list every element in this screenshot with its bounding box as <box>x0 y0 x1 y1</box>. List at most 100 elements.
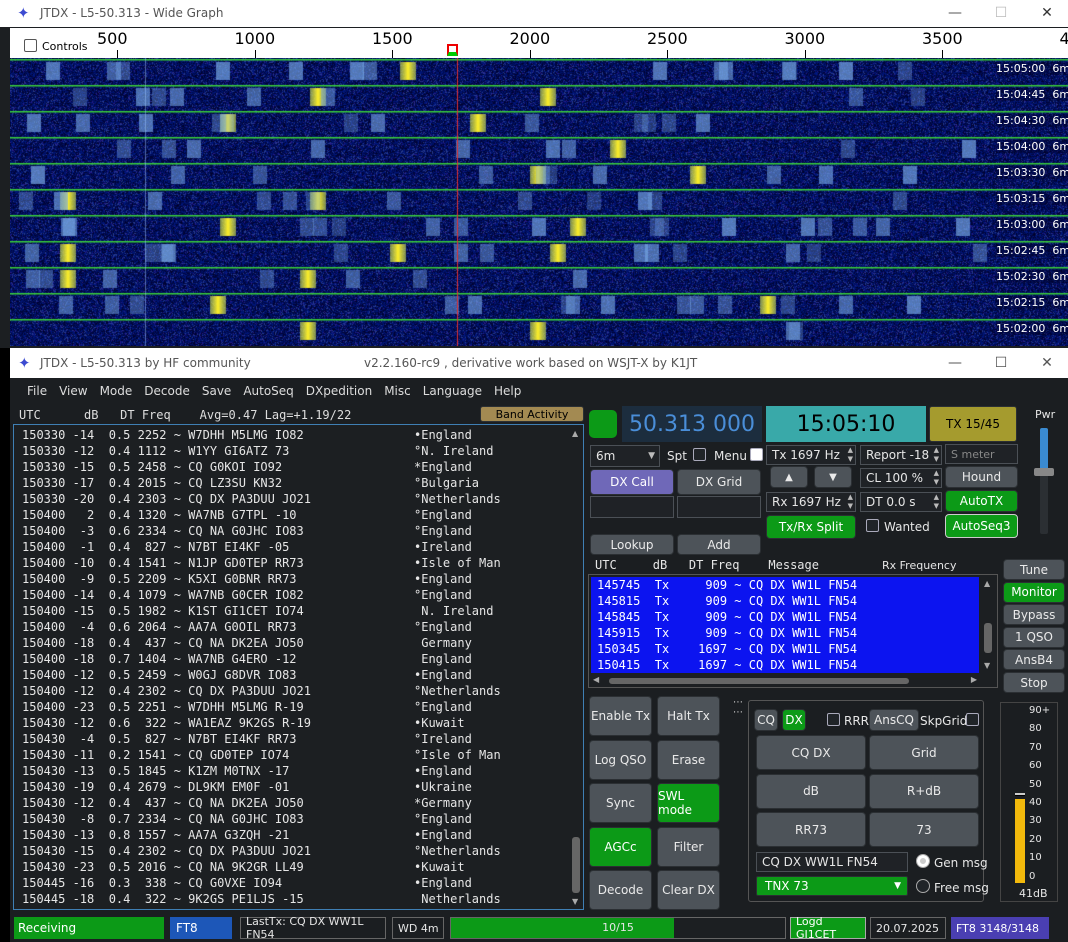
rx-message-row[interactable]: 145745 Tx 909 ~ CQ DX WW1L FN54 <box>591 577 979 593</box>
spin-arrows-icon[interactable]: ▲ ▼ <box>934 469 939 487</box>
decode-row[interactable]: 150430 -8 0.7 2334 ~ CQ NA G0JHC IO83 °En… <box>22 811 562 827</box>
autotx-button[interactable]: AutoTX <box>945 490 1018 512</box>
decode-row[interactable]: 150400 -1 0.4 827 ~ N7BT EI4KF -05 •Irela… <box>22 539 562 555</box>
filter-button[interactable]: Filter <box>657 826 720 867</box>
autoseq-button[interactable]: AutoSeq3 <box>945 514 1018 538</box>
minimize-button[interactable]: — <box>932 350 978 376</box>
decode-row[interactable]: 150400 -3 0.6 2334 ~ CQ NA G0JHC IO83 °En… <box>22 523 562 539</box>
decode-row[interactable]: 150400 -18 0.4 437 ~ CQ NA DK2EA JO50 Ge… <box>22 635 562 651</box>
spin-arrows-icon[interactable]: ▲ ▼ <box>934 446 939 464</box>
msg-grid-button[interactable]: Grid <box>869 735 979 770</box>
pwr-slider-handle[interactable] <box>1034 468 1054 476</box>
decode-row[interactable]: 150330 -15 0.5 2458 ~ CQ G0KOI IO92 *Engl… <box>22 459 562 475</box>
agcc-button[interactable]: AGCc <box>589 826 652 867</box>
rx-message-row[interactable]: 145815 Tx 909 ~ CQ DX WW1L FN54 <box>591 593 979 609</box>
menu-help[interactable]: Help <box>488 384 527 398</box>
stop-button[interactable]: Stop <box>1003 672 1065 693</box>
menu-dxpedition[interactable]: DXpedition <box>300 384 378 398</box>
add-button[interactable]: Add <box>677 534 761 555</box>
decode-row[interactable]: 150330 -14 0.5 2252 ~ W7DHH M5LMG IO82 •E… <box>22 427 562 443</box>
decode-row[interactable]: 150430 -4 0.5 827 ~ N7BT EI4KF RR73 °Irel… <box>22 731 562 747</box>
rx-message-row[interactable]: 145845 Tx 909 ~ CQ DX WW1L FN54 <box>591 609 979 625</box>
report-spin[interactable]: Report -18 ▲ ▼ <box>860 445 942 465</box>
dt-spin[interactable]: DT 0.0 s ▲ ▼ <box>860 492 942 512</box>
decode-row[interactable]: 150430 -12 0.4 437 ~ CQ NA DK2EA JO50 *Ge… <box>22 795 562 811</box>
tab-2-icon[interactable]: ⋯ <box>726 708 750 718</box>
close-button[interactable]: ✕ <box>1024 350 1068 376</box>
freq-up-button[interactable]: ▲ <box>770 466 808 488</box>
decode-row[interactable]: 150400 -10 0.4 1541 ~ N1JP GD0TEP RR73 •I… <box>22 555 562 571</box>
decode-row[interactable]: 150330 -17 0.4 2015 ~ CQ LZ3SU KN32 °Bulg… <box>22 475 562 491</box>
rx-frequency-panel[interactable]: 145745 Tx 909 ~ CQ DX WW1L FN54 145815 Tx… <box>588 574 998 688</box>
clear-dx-button[interactable]: Clear DX <box>657 870 720 910</box>
menu-language[interactable]: Language <box>417 384 488 398</box>
freq-down-button[interactable]: ▼ <box>814 466 852 488</box>
scroll-down-icon[interactable]: ▼ <box>572 897 578 906</box>
band-activity-scrollbar[interactable]: ▲ ▼ <box>569 425 583 909</box>
tx-frequency-spin[interactable]: Tx 1697 Hz ▲ ▼ <box>766 445 856 465</box>
decode-row[interactable]: 150400 -23 0.5 2251 ~ W7DHH M5LMG R-19 °E… <box>22 699 562 715</box>
rx-message-row[interactable]: 145915 Tx 909 ~ CQ DX WW1L FN54 <box>591 625 979 641</box>
decode-row[interactable]: 150400 -9 0.5 2209 ~ K5XI G0BNR RR73 •Eng… <box>22 571 562 587</box>
halt-tx-button[interactable]: Halt Tx <box>657 696 720 736</box>
wanted-checkbox[interactable] <box>866 519 879 532</box>
dx-call-input[interactable] <box>590 496 674 518</box>
decode-button[interactable]: Decode <box>589 870 652 910</box>
erase-button[interactable]: Erase <box>657 739 720 780</box>
tx-period-button[interactable]: TX 15/45 <box>929 406 1017 442</box>
scroll-thumb[interactable] <box>572 837 580 893</box>
gen-msg-field[interactable]: CQ DX WW1L FN54 <box>756 852 908 872</box>
decode-row[interactable]: 150400 -12 0.4 2302 ~ CQ DX PA3DUU JO21 °… <box>22 683 562 699</box>
menu-file[interactable]: File <box>21 384 53 398</box>
dx-grid-button[interactable]: DX Grid <box>677 469 761 495</box>
decode-row[interactable]: 150430 -23 0.5 2016 ~ CQ NA 9K2GR LL49 •K… <box>22 859 562 875</box>
menu-autoseq[interactable]: AutoSeq <box>237 384 299 398</box>
band-activity-panel[interactable]: 150330 -14 0.5 2252 ~ W7DHH M5LMG IO82 •E… <box>13 424 584 910</box>
rx-message-list[interactable]: 145745 Tx 909 ~ CQ DX WW1L FN54 145815 Tx… <box>591 577 979 673</box>
spin-arrows-icon[interactable]: ▲ ▼ <box>848 493 853 511</box>
rx-message-row[interactable]: 150345 Tx 1697 ~ CQ DX WW1L FN54 <box>591 641 979 657</box>
decode-row[interactable]: 150400 -15 0.5 1982 ~ K1ST GI1CET IO74 N… <box>22 603 562 619</box>
msg-rr73-button[interactable]: RR73 <box>756 812 866 847</box>
decode-list[interactable]: 150330 -14 0.5 2252 ~ W7DHH M5LMG IO82 •E… <box>22 427 562 907</box>
waterfall-display[interactable] <box>10 58 1068 346</box>
msg-cq-dx-button[interactable]: CQ DX <box>756 735 866 770</box>
decode-row[interactable]: 150445 -18 0.4 322 ~ 9K2GS PE1LJS -15 Ne… <box>22 891 562 907</box>
lookup-button[interactable]: Lookup <box>590 534 674 555</box>
decode-row[interactable]: 150430 -15 0.4 2302 ~ CQ DX PA3DUU JO21 °… <box>22 843 562 859</box>
maximize-button[interactable]: ☐ <box>978 0 1024 26</box>
minimize-button[interactable]: — <box>932 0 978 26</box>
menu-save[interactable]: Save <box>196 384 237 398</box>
dx-button[interactable]: DX <box>782 709 806 731</box>
bypass-button[interactable]: Bypass <box>1003 604 1065 626</box>
tab-labels[interactable]: ⋯ ⋯ <box>726 698 750 734</box>
decode-row[interactable]: 150430 -11 0.2 1541 ~ CQ GD0TEP IO74 °Isl… <box>22 747 562 763</box>
cq-button[interactable]: CQ <box>754 709 778 731</box>
controls-checkbox[interactable] <box>24 39 37 52</box>
spt-checkbox[interactable] <box>693 448 706 461</box>
swl-mode-button[interactable]: SWL mode <box>657 783 720 823</box>
spin-arrows-icon[interactable]: ▲ ▼ <box>848 446 853 464</box>
msg-r-db-button[interactable]: R+dB <box>869 773 979 809</box>
menu-misc[interactable]: Misc <box>378 384 417 398</box>
anscq-button[interactable]: AnsCQ <box>869 709 919 731</box>
monitor-button[interactable]: Monitor <box>1003 581 1065 603</box>
rrr-checkbox[interactable] <box>827 713 840 726</box>
rx-message-row[interactable]: 150415 Tx 1697 ~ CQ DX WW1L FN54 <box>591 657 979 673</box>
decode-row[interactable]: 150400 -4 0.6 2064 ~ AA7A G0OIL RR73 °Eng… <box>22 619 562 635</box>
menu-checkbox[interactable] <box>750 448 763 461</box>
decode-row[interactable]: 150400 2 0.4 1320 ~ WA7NB G7TPL -10 °Engl… <box>22 507 562 523</box>
decode-row[interactable]: 150430 -13 0.8 1557 ~ AA7A G3ZQH -21 •Eng… <box>22 827 562 843</box>
1-qso-button[interactable]: 1 QSO <box>1003 626 1065 648</box>
rx-frequency-spin[interactable]: Rx 1697 Hz ▲ ▼ <box>766 492 856 512</box>
gen-msg-radio[interactable] <box>916 854 930 868</box>
decode-row[interactable]: 150400 -18 0.7 1404 ~ WA7NB G4ERO -12 En… <box>22 651 562 667</box>
tx-rx-split-button[interactable]: Tx/Rx Split <box>766 515 856 539</box>
rx-vscroll[interactable]: ▲ ▼ <box>981 577 995 673</box>
pwr-slider[interactable] <box>1034 428 1054 534</box>
sync-button[interactable]: Sync <box>589 783 652 823</box>
decode-row[interactable]: 150430 -19 0.4 2679 ~ DL9KM EM0F -01 •Ukr… <box>22 779 562 795</box>
rx-hscroll[interactable]: ◀ ▶ <box>591 675 979 687</box>
hound-button[interactable]: Hound <box>945 466 1018 488</box>
msg-db-button[interactable]: dB <box>756 773 866 809</box>
